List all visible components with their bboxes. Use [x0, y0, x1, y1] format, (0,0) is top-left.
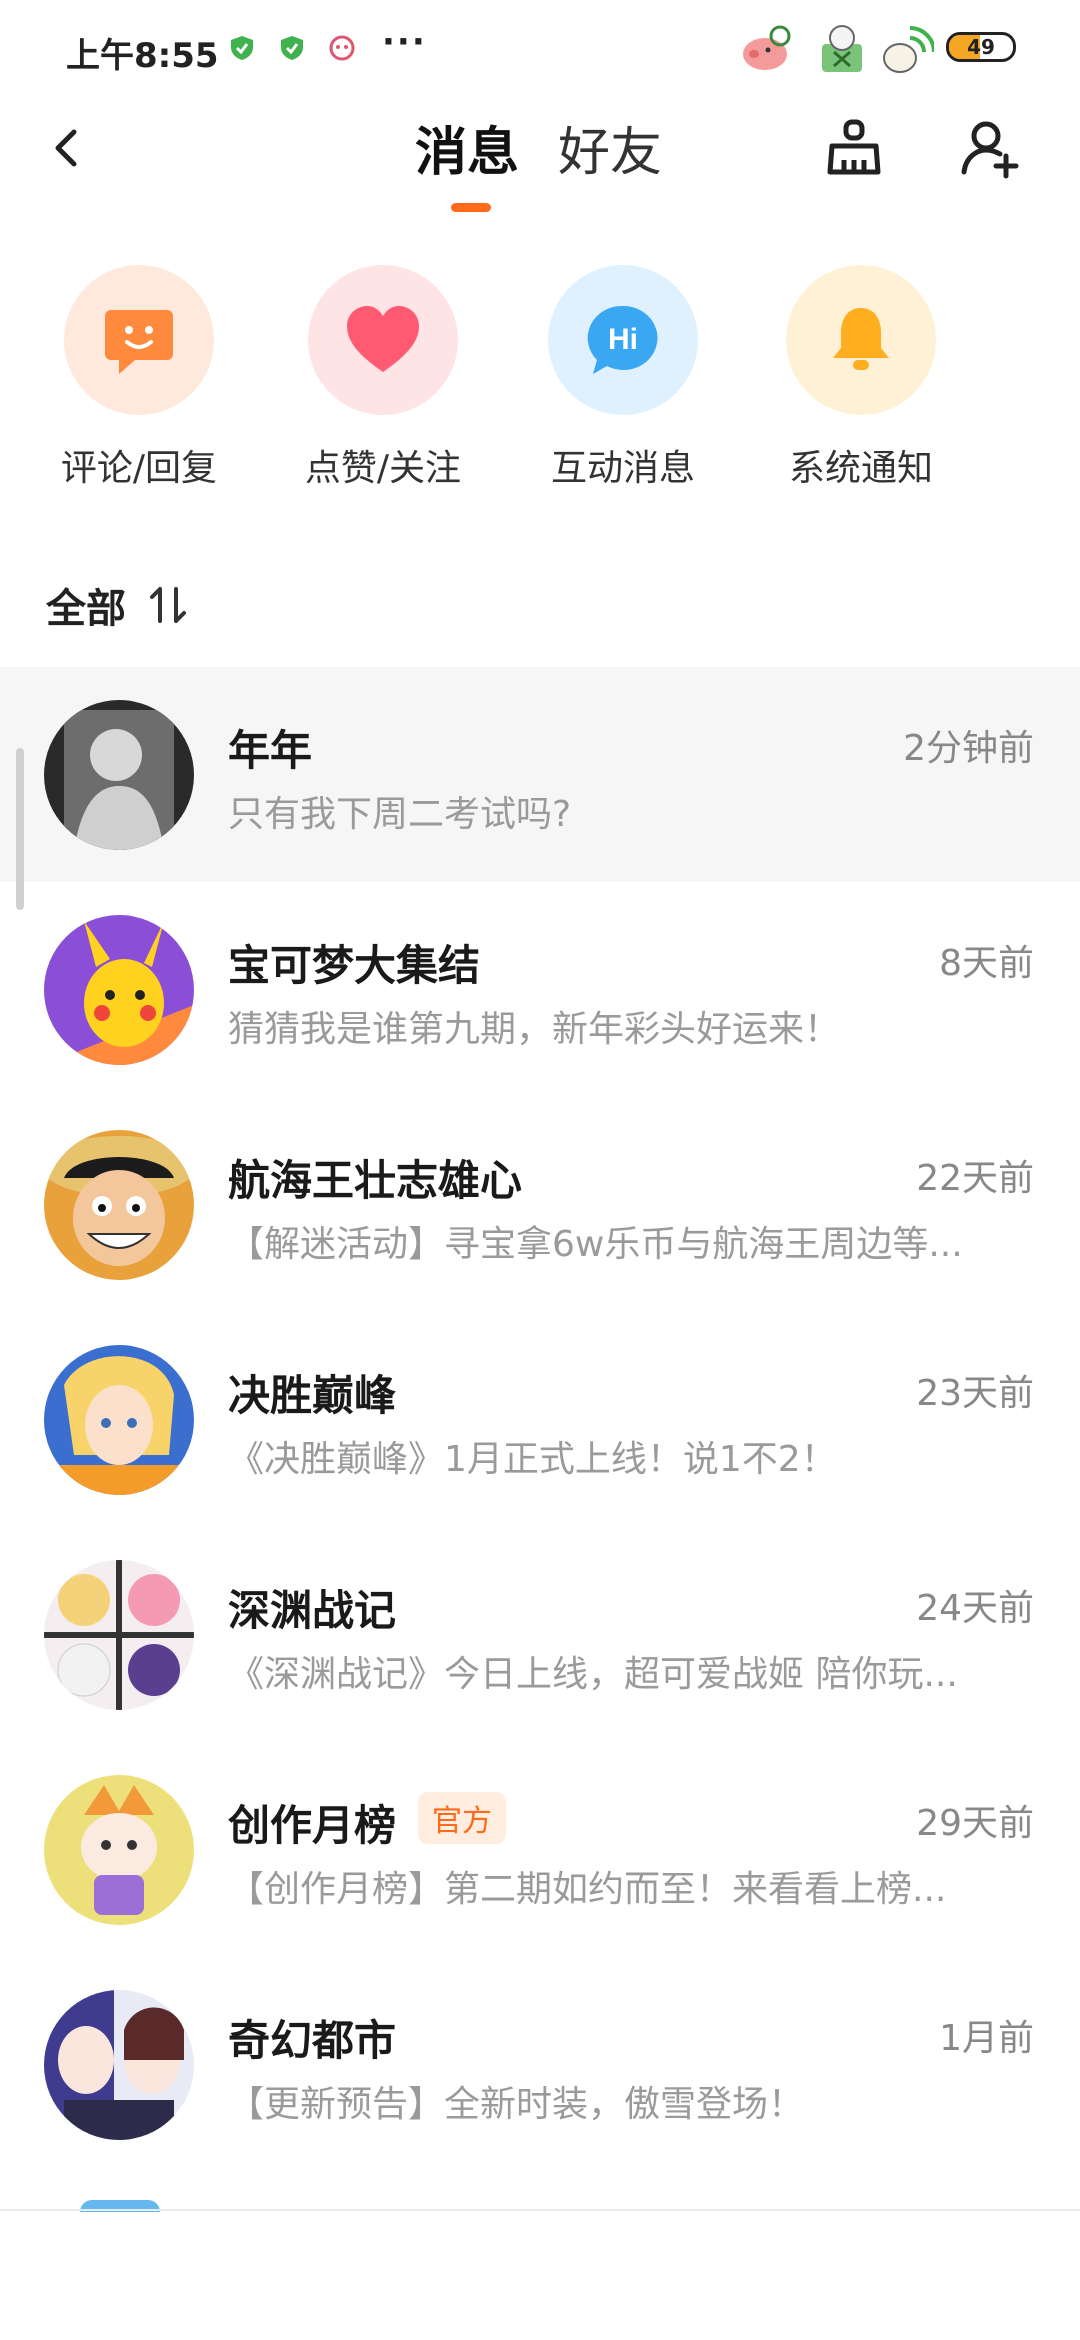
avatar	[44, 1130, 194, 1280]
message-time: 24天前	[916, 1588, 1034, 1629]
tab-messages[interactable]: 消息	[415, 110, 519, 185]
message-time: 2分钟前	[903, 728, 1034, 769]
message-row[interactable]: 深渊战记 24天前 《深渊战记》今日上线，超可爱战姬 陪你玩...	[0, 1527, 1080, 1742]
contact-name: 决胜巅峰	[228, 1371, 397, 1420]
contact-name: 创作月榜	[228, 1801, 397, 1850]
message-time: 22天前	[916, 1158, 1034, 1199]
message-preview: 【解迷活动】寻宝拿6w乐币与航海王周边等...	[228, 1224, 963, 1265]
signal-mascot-icon	[883, 26, 934, 73]
official-badge: 官方	[418, 1792, 506, 1844]
shield-check-icon	[231, 36, 253, 60]
avatar	[44, 1775, 194, 1925]
category-interactions[interactable]: Hi 互动消息	[513, 265, 733, 491]
contact-name: 航海王壮志雄心	[228, 1156, 523, 1205]
bear-box-icon	[822, 25, 862, 72]
avatar	[44, 1345, 194, 1495]
message-preview: 【创作月榜】第二期如约而至！来看看上榜...	[228, 1869, 947, 1910]
category-label: 评论/回复	[60, 448, 218, 489]
message-row[interactable]: 航海王壮志雄心 22天前 【解迷活动】寻宝拿6w乐币与航海王周边等...	[0, 1097, 1080, 1312]
add-user-icon[interactable]	[958, 116, 1022, 180]
filter-bar[interactable]: 全部	[46, 575, 190, 635]
battery-indicator: 49	[946, 32, 1016, 62]
contact-name: 奇幻都市	[228, 2016, 397, 2065]
scrollbar[interactable]	[16, 748, 24, 910]
message-row[interactable]: 宝可梦大集结 8天前 猜猜我是谁第九期，新年彩头好运来！	[0, 882, 1080, 1097]
category-label: 点赞/关注	[304, 448, 462, 489]
filter-label: 全部	[46, 586, 126, 632]
message-row[interactable]: 年年 2分钟前 只有我下周二考试吗?	[0, 667, 1080, 882]
heart-icon	[308, 265, 458, 415]
message-time: 8天前	[939, 943, 1034, 984]
avatar	[44, 1990, 194, 2140]
active-tab-indicator	[451, 203, 491, 212]
broom-clean-icon[interactable]	[822, 116, 886, 180]
message-time: 23天前	[916, 1373, 1034, 1414]
message-preview: 【更新预告】全新时装，傲雪登场！	[228, 2084, 805, 2125]
message-categories: 评论/回复 点赞/关注 Hi 互动消息 系统通知	[0, 265, 1080, 505]
category-label: 系统通知	[788, 448, 933, 489]
contact-name: 宝可梦大集结	[228, 941, 481, 990]
message-time: 1月前	[939, 2018, 1034, 2059]
app-notification-icon	[329, 35, 355, 61]
comment-face-icon	[64, 265, 214, 415]
status-bar: 上午8:55 ··· 49	[0, 0, 1080, 96]
avatar	[44, 1560, 194, 1710]
message-row[interactable]: 奇幻都市 1月前 【更新预告】全新时装，傲雪登场！	[0, 1957, 1080, 2172]
avatar	[44, 700, 194, 850]
avatar	[44, 915, 194, 1065]
svg-text:Hi: Hi	[608, 323, 638, 356]
bell-icon	[786, 265, 936, 415]
status-time: 上午8:55	[66, 36, 219, 76]
shield-check-icon	[281, 36, 303, 60]
top-nav: 消息 好友	[0, 96, 1080, 216]
message-time: 29天前	[916, 1803, 1034, 1844]
category-comments[interactable]: 评论/回复	[29, 265, 249, 491]
hi-bubble-icon: Hi	[548, 265, 698, 415]
chevron-left-icon[interactable]	[40, 120, 96, 176]
sort-icon[interactable]	[146, 583, 190, 627]
message-row[interactable]: 决胜巅峰 23天前 《决胜巅峰》1月正式上线！说1不2！	[0, 1312, 1080, 1527]
message-row[interactable]: 创作月榜 官方 29天前 【创作月榜】第二期如约而至！来看看上榜...	[0, 1742, 1080, 1957]
divider	[0, 2209, 1080, 2211]
message-preview: 只有我下周二考试吗?	[228, 794, 572, 835]
tab-friends[interactable]: 好友	[558, 110, 662, 185]
pig-icon	[743, 25, 791, 70]
category-likes-follows[interactable]: 点赞/关注	[273, 265, 493, 491]
message-preview: 猜猜我是谁第九期，新年彩头好运来！	[228, 1009, 841, 1050]
category-system[interactable]: 系统通知	[751, 265, 971, 491]
message-preview: 《深渊战记》今日上线，超可爱战姬 陪你玩...	[228, 1654, 958, 1695]
contact-name: 年年	[228, 726, 313, 775]
more-notifications-icon: ···	[382, 22, 427, 62]
category-label: 互动消息	[550, 448, 695, 489]
contact-name: 深渊战记	[228, 1586, 397, 1635]
battery-level: 49	[967, 35, 995, 59]
message-preview: 《决胜巅峰》1月正式上线！说1不2！	[228, 1439, 837, 1480]
